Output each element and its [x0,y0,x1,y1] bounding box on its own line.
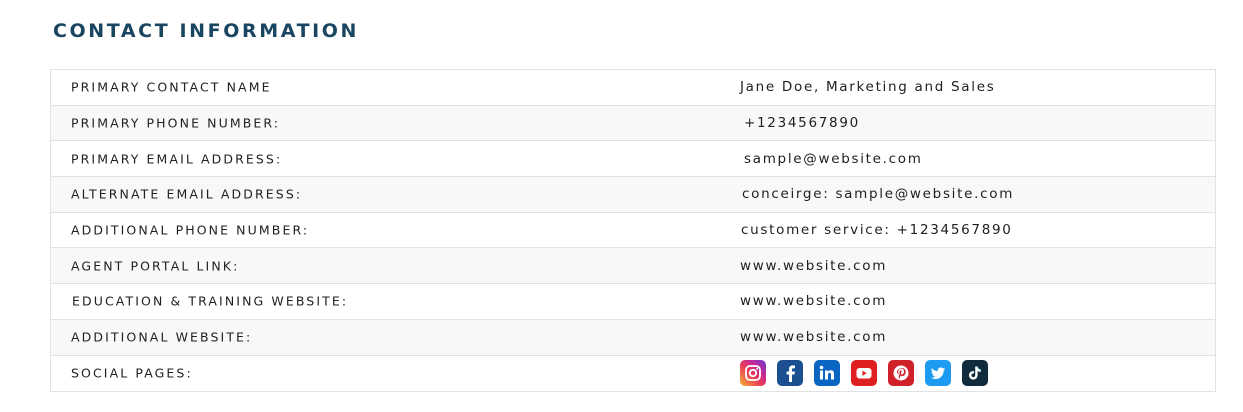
social-icons [740,360,988,387]
table-row: PRIMARY CONTACT NAME Jane Doe, Marketing… [51,70,1215,106]
pinterest-icon[interactable] [888,360,914,387]
contact-table: PRIMARY CONTACT NAME Jane Doe, Marketing… [50,69,1216,393]
table-row: SOCIAL PAGES: [51,356,1215,392]
row-label: ALTERNATE EMAIL ADDRESS: [71,186,303,202]
row-label: SOCIAL PAGES: [71,365,193,381]
row-label: PRIMARY PHONE NUMBER: [71,115,281,131]
row-label: AGENT PORTAL LINK: [71,258,240,274]
row-value: Jane Doe, Marketing and Sales [740,79,996,96]
facebook-icon[interactable] [777,360,803,387]
link-value[interactable]: www.website.com [740,293,887,309]
email-value[interactable]: conceirge: sample@website.com [742,186,1014,202]
link-value[interactable]: www.website.com [740,258,887,274]
row-label: PRIMARY CONTACT NAME [71,79,272,95]
section-title: CONTACT INFORMATION [53,20,360,42]
link-value[interactable]: www.website.com [740,329,887,345]
phone-value[interactable]: +1234567890 [744,115,860,131]
table-row: ADDITIONAL PHONE NUMBER: customer servic… [51,213,1215,249]
row-label: EDUCATION & TRAINING WEBSITE: [72,293,349,309]
email-value[interactable]: sample@website.com [744,151,923,167]
linkedin-icon[interactable] [814,360,840,387]
tiktok-icon[interactable] [962,360,988,387]
table-row: AGENT PORTAL LINK: www.website.com [51,248,1215,285]
table-row: ALTERNATE EMAIL ADDRESS: conceirge: samp… [51,177,1215,213]
table-row: PRIMARY EMAIL ADDRESS: sample@website.co… [51,141,1215,178]
table-row: PRIMARY PHONE NUMBER: +1234567890 [51,105,1215,142]
row-label: ADDITIONAL WEBSITE: [71,329,253,345]
youtube-icon[interactable] [851,360,877,387]
phone-value[interactable]: customer service: +1234567890 [741,222,1013,238]
twitter-icon[interactable] [925,360,951,387]
instagram-icon[interactable] [740,360,766,387]
table-row: EDUCATION & TRAINING WEBSITE: www.websit… [51,284,1215,320]
row-label: ADDITIONAL PHONE NUMBER: [71,222,310,238]
table-row: ADDITIONAL WEBSITE: www.website.com [51,319,1215,356]
row-label: PRIMARY EMAIL ADDRESS: [71,151,283,167]
